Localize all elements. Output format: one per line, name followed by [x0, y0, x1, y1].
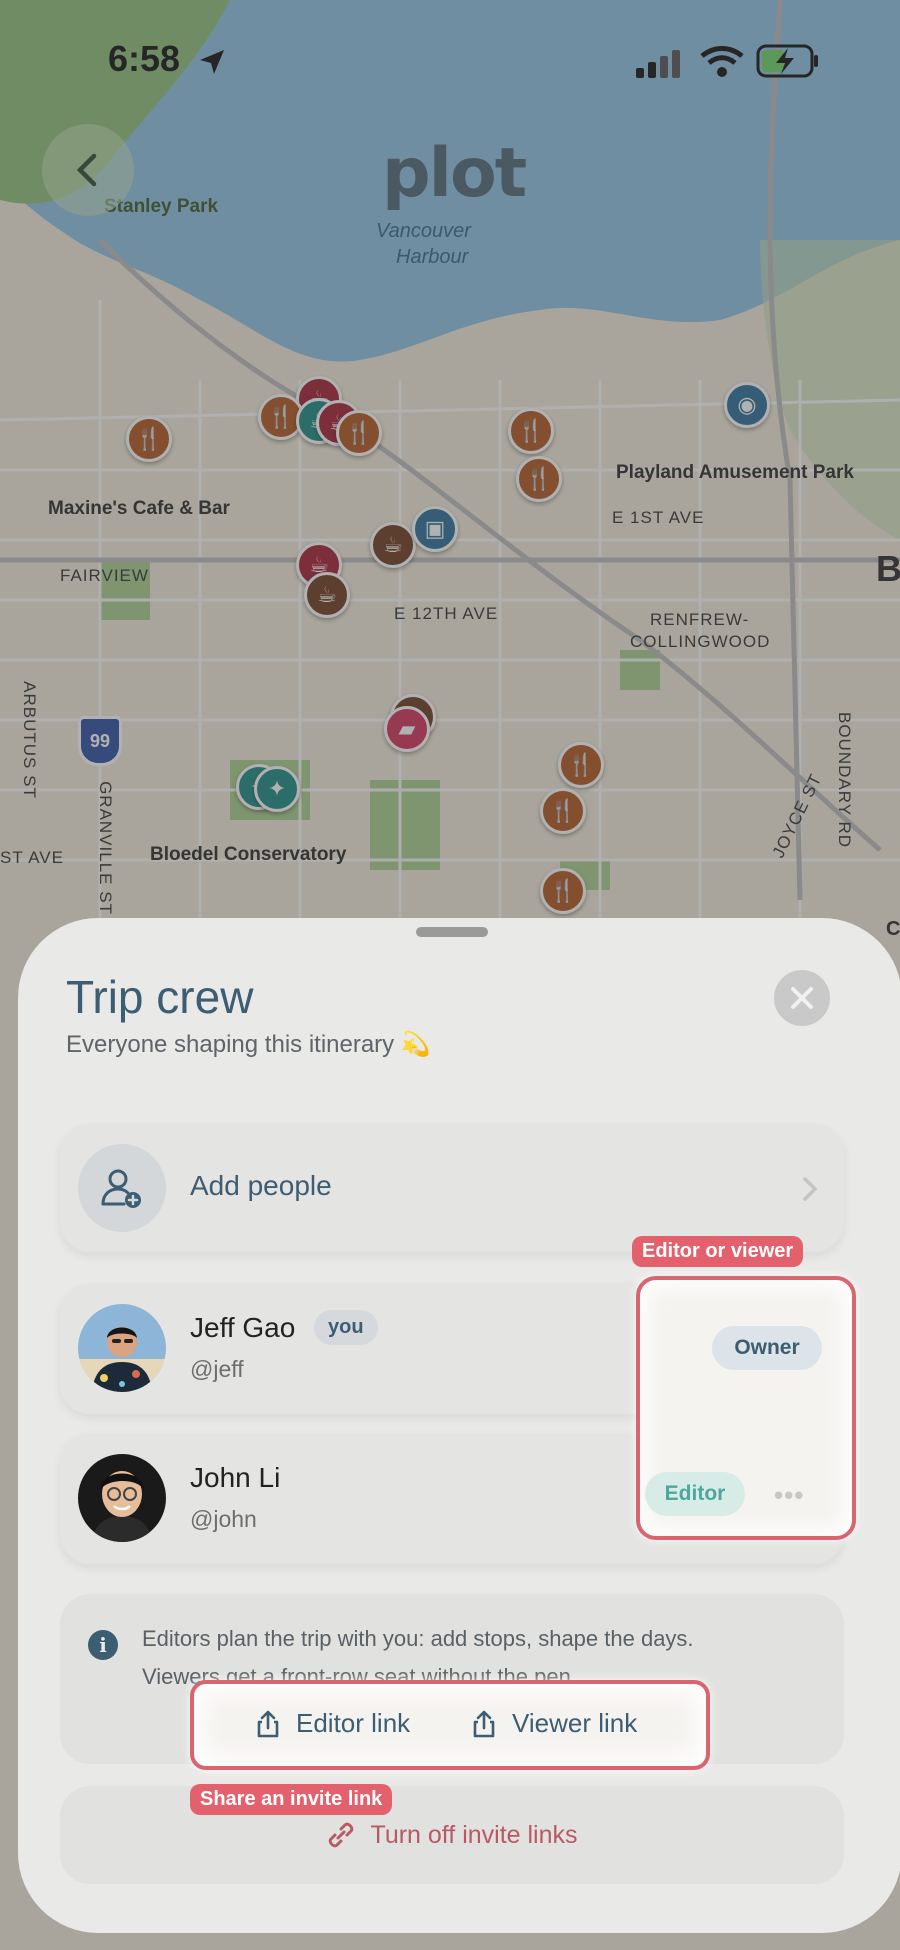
- sheet-subtitle: Everyone shaping this itinerary 💫: [66, 1031, 431, 1058]
- member-name: John Li: [190, 1462, 281, 1493]
- editor-role-badge[interactable]: Editor: [645, 1472, 745, 1516]
- close-button[interactable]: [774, 970, 830, 1026]
- close-icon: [791, 987, 813, 1009]
- annotation-tag-roles: Editor or viewer: [632, 1236, 804, 1267]
- member-name: Jeff Gao: [190, 1312, 296, 1343]
- more-options-icon[interactable]: •••: [774, 1480, 804, 1511]
- sheet-grabber[interactable]: [416, 927, 488, 937]
- editor-link-label: Editor link: [296, 1708, 411, 1738]
- member-handle: @jeff: [190, 1356, 244, 1382]
- owner-role-badge: Owner: [712, 1326, 822, 1370]
- share-icon: [473, 1710, 495, 1737]
- turn-off-invite-links-label: Turn off invite links: [370, 1820, 578, 1849]
- sheet-title: Trip crew: [66, 971, 254, 1023]
- avatar: [78, 1454, 166, 1542]
- member-handle: @john: [190, 1506, 257, 1532]
- chevron-right-icon: [803, 1177, 818, 1201]
- viewer-link-label: Viewer link: [512, 1708, 638, 1738]
- share-icon: [257, 1710, 279, 1737]
- editor-link-button[interactable]: Editor link: [254, 1708, 410, 1739]
- add-people-label: Add people: [190, 1170, 332, 1201]
- turn-off-invite-links-button[interactable]: Turn off invite links: [60, 1786, 844, 1884]
- link-icon: [329, 1822, 354, 1848]
- info-text-line: Editors plan the trip with you: add stop…: [142, 1626, 694, 1651]
- info-icon: i: [88, 1630, 118, 1660]
- add-person-icon: [78, 1144, 166, 1232]
- you-badge: you: [314, 1310, 378, 1345]
- avatar: [78, 1304, 166, 1392]
- add-people-button[interactable]: Add people: [60, 1124, 844, 1252]
- annotation-tag-share: Share an invite link: [190, 1784, 393, 1815]
- viewer-link-button[interactable]: Viewer link: [470, 1708, 637, 1739]
